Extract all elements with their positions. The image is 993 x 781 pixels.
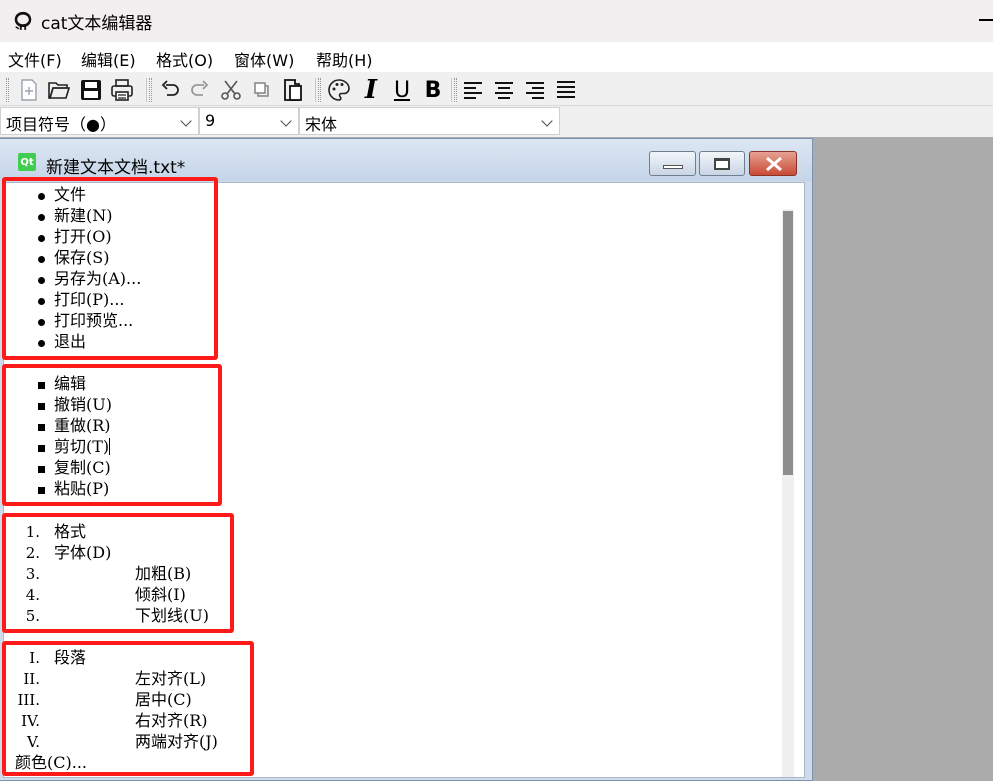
font-family-combo[interactable]: 宋体 [299,107,560,135]
list-style-combo[interactable]: 项目符号（●） [0,107,199,135]
subwindow-close-button[interactable] [749,151,797,176]
redo-button[interactable] [186,76,214,104]
align-center-button[interactable] [490,76,518,104]
highlight-box [2,641,254,776]
menu-edit[interactable]: 编辑(E) [81,47,136,71]
chevron-down-icon [180,115,192,127]
align-right-button[interactable] [521,76,549,104]
highlight-box [2,177,218,360]
subwindow-minimize-button[interactable] [649,151,696,176]
save-button[interactable] [77,76,105,104]
align-left-icon [464,82,482,99]
save-icon [81,80,101,100]
font-family-value: 宋体 [305,115,338,134]
scrollbar-thumb[interactable] [783,211,793,475]
highlight-box [2,364,222,506]
title-bar: cat文本编辑器 [0,0,993,42]
menu-help[interactable]: 帮助(H) [316,47,373,71]
toolbar-handle[interactable] [318,78,321,102]
paste-icon [284,79,302,101]
undo-icon [161,80,179,96]
open-folder-icon [48,82,71,99]
format-bar: 项目符号（●） 9 宋体 [0,106,993,137]
document-title: 新建文本文档.txt* [46,158,186,178]
redo-icon [191,80,209,96]
toolbar-separator [146,78,147,102]
font-size-value: 9 [205,111,216,130]
minimize-icon [663,165,683,169]
chevron-down-icon [541,115,553,127]
menu-bar: 文件(F) 编辑(E) 格式(O) 窗体(W) 帮助(H) [0,42,993,72]
toolbar-handle[interactable] [149,78,152,102]
subwindow-restore-button[interactable] [699,151,745,176]
paste-button[interactable] [279,76,307,104]
cut-button[interactable] [217,76,245,104]
highlight-box [2,513,234,633]
align-left-button[interactable] [459,76,487,104]
menu-file[interactable]: 文件(F) [8,47,62,71]
italic-button[interactable]: I [357,75,385,105]
new-file-icon [21,79,37,101]
toolbar-handle[interactable] [6,78,9,102]
cut-icon [221,80,241,100]
undo-button[interactable] [156,76,184,104]
toolbar-handle[interactable] [454,78,457,102]
subwindow-title-bar[interactable]: Qt 新建文本文档.txt* [0,139,812,181]
align-center-icon [495,82,513,99]
bold-button[interactable]: B [419,76,447,104]
font-size-combo[interactable]: 9 [199,107,299,135]
copy-icon [254,82,269,97]
app-title: cat文本编辑器 [41,14,153,34]
justify-button[interactable] [552,76,580,104]
print-icon [111,79,133,101]
github-cat-icon [14,11,32,30]
align-right-icon [526,82,544,99]
menu-format[interactable]: 格式(O) [156,47,213,71]
copy-button[interactable] [248,76,276,104]
color-button[interactable] [325,76,353,104]
chevron-down-icon [280,115,292,127]
toolbar: I U B [0,72,993,106]
color-palette-icon [328,79,350,101]
new-file-button[interactable] [15,76,43,104]
list-style-value: 项目符号（●） [6,115,116,134]
underline-button[interactable]: U [388,76,416,104]
close-icon [766,156,782,172]
open-button[interactable] [45,76,73,104]
minimize-button[interactable] [979,19,993,21]
toolbar-separator [451,78,452,102]
restore-icon [714,158,730,170]
qt-icon: Qt [18,153,36,171]
menu-window[interactable]: 窗体(W) [234,47,294,71]
toolbar-separator [315,78,316,102]
justify-icon [557,81,575,98]
print-button[interactable] [108,76,136,104]
